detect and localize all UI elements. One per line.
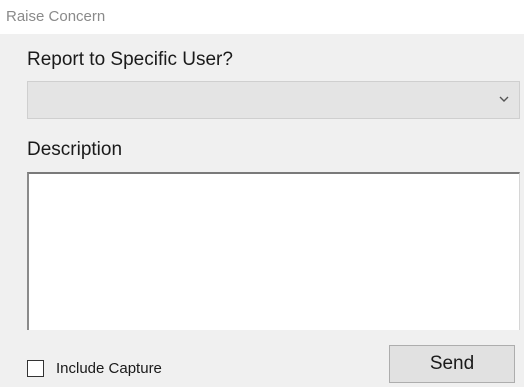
include-capture-label[interactable]: Include Capture (56, 360, 162, 377)
include-capture-option[interactable]: Include Capture (27, 356, 162, 380)
window-title: Raise Concern (6, 8, 106, 25)
report-user-dropdown[interactable] (27, 81, 520, 119)
chevron-down-icon[interactable] (497, 92, 511, 106)
raise-concern-window: Raise Concern Report to Specific User? D… (0, 0, 524, 387)
title-bar[interactable]: Raise Concern (0, 0, 524, 34)
description-label: Description (27, 139, 123, 160)
form-panel: Report to Specific User? Description Inc… (0, 34, 524, 387)
description-textarea[interactable] (27, 172, 520, 330)
include-capture-checkbox[interactable] (27, 359, 44, 377)
send-button[interactable]: Send (389, 345, 515, 383)
report-user-label: Report to Specific User? (27, 49, 233, 70)
